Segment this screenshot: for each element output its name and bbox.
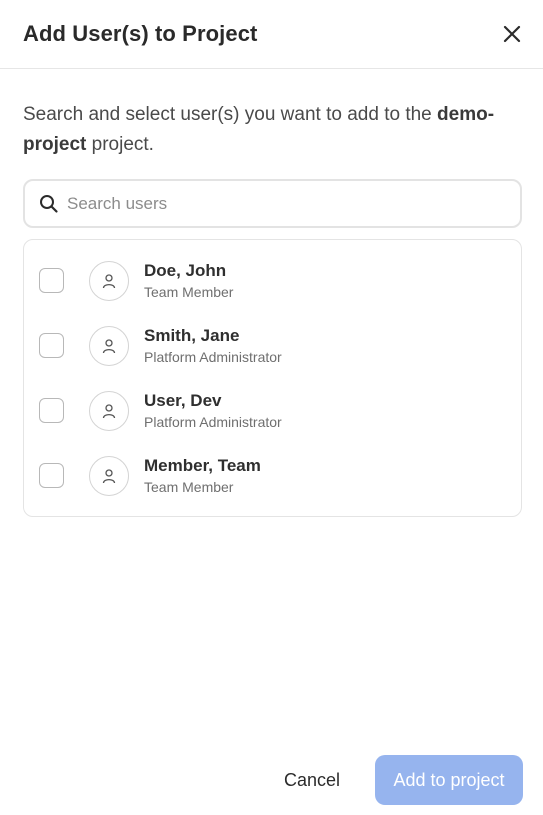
user-checkbox[interactable] [39, 398, 64, 423]
user-row[interactable]: Smith, Jane Platform Administrator [24, 313, 521, 378]
dialog-title: Add User(s) to Project [23, 21, 258, 46]
user-text: Doe, John Team Member [144, 260, 233, 302]
user-list: Doe, John Team Member Smith, Jane Platfo… [23, 239, 522, 517]
user-name: Doe, John [144, 260, 227, 280]
user-text: User, Dev Platform Administrator [144, 390, 282, 432]
user-text: Member, Team Team Member [144, 455, 261, 497]
user-icon [102, 403, 116, 418]
user-checkbox[interactable] [39, 463, 64, 488]
user-icon [102, 468, 116, 483]
user-role: Platform Administrator [144, 348, 282, 365]
description-prefix: Search and select user(s) you want to ad… [23, 104, 438, 125]
avatar [89, 325, 129, 366]
dialog-footer: Cancel Add to project [284, 755, 523, 805]
user-role: Platform Administrator [144, 413, 282, 430]
user-name: Smith, Jane [144, 325, 240, 345]
dialog-header: Add User(s) to Project [0, 0, 543, 69]
user-row[interactable]: User, Dev Platform Administrator [24, 378, 521, 443]
user-icon [102, 338, 116, 353]
user-row[interactable]: Member, Team Team Member [24, 443, 521, 508]
search-input[interactable] [67, 193, 506, 214]
close-icon [503, 25, 521, 43]
user-text: Smith, Jane Platform Administrator [144, 325, 282, 367]
user-role: Team Member [144, 283, 234, 300]
user-name: User, Dev [144, 390, 222, 410]
user-icon [102, 273, 116, 288]
user-name: Member, Team [144, 455, 261, 475]
user-role: Team Member [144, 478, 234, 495]
user-row[interactable]: Doe, John Team Member [24, 248, 521, 313]
add-to-project-button[interactable]: Add to project [375, 755, 523, 805]
search-icon [39, 194, 59, 214]
avatar [89, 260, 129, 301]
close-button[interactable] [499, 21, 525, 47]
user-checkbox[interactable] [39, 333, 64, 358]
cancel-button[interactable]: Cancel [284, 770, 340, 791]
search-box[interactable] [23, 179, 522, 228]
add-users-dialog: Add User(s) to Project Search and select… [0, 0, 543, 815]
avatar [89, 455, 129, 496]
dialog-description: Search and select user(s) you want to ad… [0, 100, 543, 160]
description-suffix: project. [86, 134, 154, 155]
user-checkbox[interactable] [39, 268, 64, 293]
avatar [89, 390, 129, 431]
